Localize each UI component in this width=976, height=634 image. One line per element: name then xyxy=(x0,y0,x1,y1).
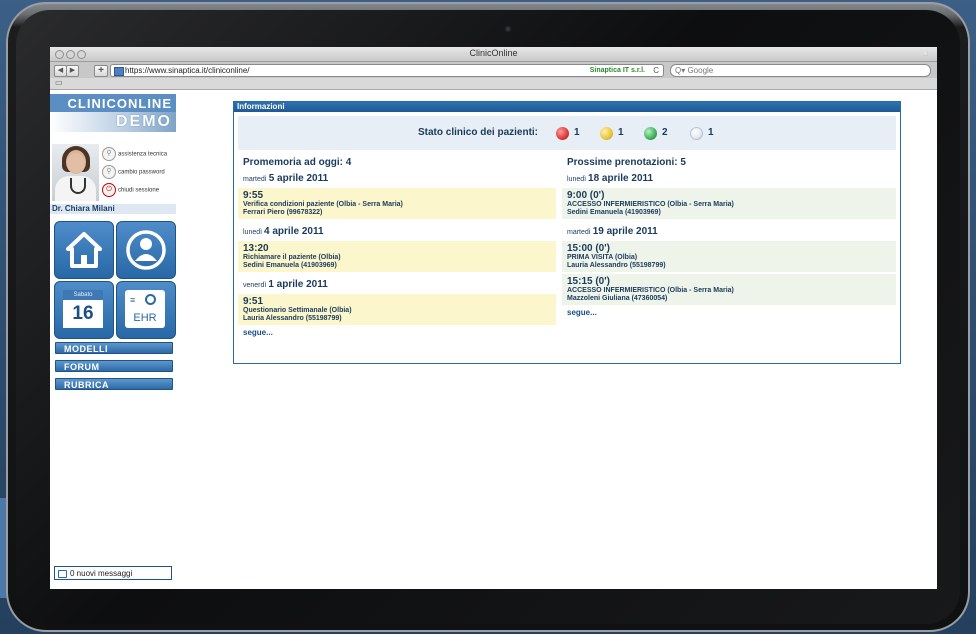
logout-link[interactable]: ⏻ chiudi sessione xyxy=(102,183,159,197)
ehr-label: EHR xyxy=(133,312,157,324)
doctor-name: Dr. Chiara Milani xyxy=(50,204,176,214)
reminder-day: venerdì 1 aprile 2011 xyxy=(243,279,328,290)
screen: ClinicOnline ◽ ◀ ▶ + https://www.sinapti… xyxy=(50,47,937,589)
support-link-label: assistenza tecnica xyxy=(118,151,168,158)
reminders-title: Promemoria ad oggi: 4 xyxy=(243,157,352,168)
reminder-desc: Questionario Settimanale (Olbia) xyxy=(243,307,352,314)
status-green-icon[interactable] xyxy=(644,127,657,140)
url-text: https://www.sinaptica.it/cliniconline/ xyxy=(125,66,250,75)
resize-icon: ◽ xyxy=(921,49,931,58)
ehr-tile[interactable]: ≡ EHR xyxy=(116,281,176,339)
reminder-time: 9:51 xyxy=(243,296,264,307)
status-yellow-count: 1 xyxy=(618,127,624,138)
patient-status-box: Stato clinico dei pazienti: 1 1 2 1 xyxy=(238,116,896,150)
user-icon xyxy=(126,230,166,270)
menu-contacts-button[interactable]: RUBRICA xyxy=(55,378,173,390)
bookings-title: Prossime prenotazioni: 5 xyxy=(567,157,686,168)
key-icon: ⚲ xyxy=(102,165,116,179)
booking-desc: ACCESSO INFERMIERISTICO (Olbia - Serra M… xyxy=(567,287,734,294)
booking-item[interactable]: 9:00 (0') ACCESSO INFERMIERISTICO (Olbia… xyxy=(562,188,896,219)
reload-icon[interactable]: C xyxy=(653,65,659,76)
reminder-item[interactable]: 9:55 Verifica condizioni paziente (Olbia… xyxy=(238,188,556,219)
status-white-count: 1 xyxy=(708,127,714,138)
reminders-more-link[interactable]: segue... xyxy=(243,328,556,337)
calendar-day: 16 xyxy=(63,300,103,328)
demo-banner: DEMO xyxy=(50,112,176,132)
menu-forum-button[interactable]: FORUM xyxy=(55,360,173,372)
support-link[interactable]: ⚲ assistenza tecnica xyxy=(102,147,167,161)
search-placeholder: Q▾ Google xyxy=(675,66,714,75)
browser-toolbar: ◀ ▶ + https://www.sinaptica.it/cliniconl… xyxy=(50,62,937,78)
power-icon: ⏻ xyxy=(102,183,116,197)
ehr-icon: ≡ EHR xyxy=(125,290,165,328)
reminders-column: Promemoria ad oggi: 4 martedì 5 aprile 2… xyxy=(238,156,556,337)
reminder-item[interactable]: 13:20 Richiamare il paziente (Olbia) Sed… xyxy=(238,241,556,272)
window-title: ClinicOnline xyxy=(469,48,518,58)
reminder-time: 13:20 xyxy=(243,243,269,254)
status-green-count: 2 xyxy=(662,127,668,138)
menu-models-button[interactable]: MODELLI xyxy=(55,342,173,354)
booking-patient: Mazzoleni Giuliana (47360054) xyxy=(567,295,668,302)
profile-tile[interactable] xyxy=(116,221,176,279)
status-red-count: 1 xyxy=(574,127,580,138)
booking-day: martedì 19 aprile 2011 xyxy=(567,226,658,237)
booking-patient: Lauria Alessandro (55198799) xyxy=(567,262,666,269)
booking-day: lunedì 18 aprile 2011 xyxy=(567,173,654,184)
reminder-patient: Sedini Emanuela (41903969) xyxy=(243,262,337,269)
bookings-more-link[interactable]: segue... xyxy=(567,308,896,317)
message-icon xyxy=(58,569,67,578)
calendar-weekday: Sabato xyxy=(63,290,103,300)
forward-button[interactable]: ▶ xyxy=(66,65,79,77)
booking-patient: Sedini Emanuela (41903969) xyxy=(567,209,661,216)
reminder-day: martedì 5 aprile 2011 xyxy=(243,173,329,184)
reminder-day: lunedì 4 aprile 2011 xyxy=(243,226,324,237)
reminder-desc: Verifica condizioni paziente (Olbia - Se… xyxy=(243,201,403,208)
calendar-tile[interactable]: Sabato 16 xyxy=(54,281,114,339)
messages-label: 0 nuovi messaggi xyxy=(70,569,133,578)
status-yellow-icon[interactable] xyxy=(600,127,613,140)
booking-desc: ACCESSO INFERMIERISTICO (Olbia - Serra M… xyxy=(567,201,734,208)
browser-titlebar: ClinicOnline ◽ xyxy=(50,47,937,62)
change-password-link[interactable]: ⚲ cambio password xyxy=(102,165,165,179)
avatar xyxy=(52,144,99,201)
site-identity: Sinaptica IT s.r.l. xyxy=(589,67,645,74)
reminder-patient: Ferrari Piero (99678322) xyxy=(243,209,323,216)
status-white-icon[interactable] xyxy=(690,127,703,140)
booking-item[interactable]: 15:15 (0') ACCESSO INFERMIERISTICO (Olbi… xyxy=(562,274,896,305)
status-label: Stato clinico dei pazienti: xyxy=(418,127,539,138)
home-icon xyxy=(66,232,102,268)
add-bookmark-button[interactable]: + xyxy=(94,65,108,77)
reminder-time: 9:55 xyxy=(243,190,264,201)
camera-icon xyxy=(504,25,512,33)
search-input[interactable]: Q▾ Google xyxy=(670,64,931,77)
change-password-label: cambio password xyxy=(118,169,165,176)
demo-label: DEMO xyxy=(116,113,172,130)
key-icon: ⚲ xyxy=(102,147,116,161)
info-panel: Informazioni Stato clinico dei pazienti:… xyxy=(233,101,901,364)
logo: CLINICONLINE xyxy=(50,94,176,112)
booking-desc: PRIMA VISITA (Olbia) xyxy=(567,254,638,261)
messages-link[interactable]: 0 nuovi messaggi xyxy=(54,566,172,580)
booking-time: 15:15 (0') xyxy=(567,276,610,287)
bookmarks-icon[interactable]: ▭ xyxy=(55,78,63,87)
booking-item[interactable]: 15:00 (0') PRIMA VISITA (Olbia) Lauria A… xyxy=(562,241,896,272)
reminder-desc: Richiamare il paziente (Olbia) xyxy=(243,254,341,261)
status-red-icon[interactable] xyxy=(556,127,569,140)
bookings-column: Prossime prenotazioni: 5 lunedì 18 april… xyxy=(562,156,896,317)
panel-title: Informazioni xyxy=(234,102,900,112)
booking-time: 15:00 (0') xyxy=(567,243,610,254)
logout-label: chiudi sessione xyxy=(118,187,160,194)
sidebar: CLINICONLINE DEMO ⚲ assistenza tecnica ⚲ c… xyxy=(50,90,176,589)
bookmarks-bar: ▭ xyxy=(50,78,937,90)
reminder-patient: Lauria Alessandro (55198799) xyxy=(243,315,342,322)
page-icon xyxy=(114,67,124,76)
logo-text: CLINICONLINE xyxy=(67,96,172,111)
address-bar[interactable]: https://www.sinaptica.it/cliniconline/ S… xyxy=(110,64,664,77)
reminder-item[interactable]: 9:51 Questionario Settimanale (Olbia) La… xyxy=(238,294,556,325)
booking-time: 9:00 (0') xyxy=(567,190,605,201)
home-tile[interactable] xyxy=(54,221,114,279)
